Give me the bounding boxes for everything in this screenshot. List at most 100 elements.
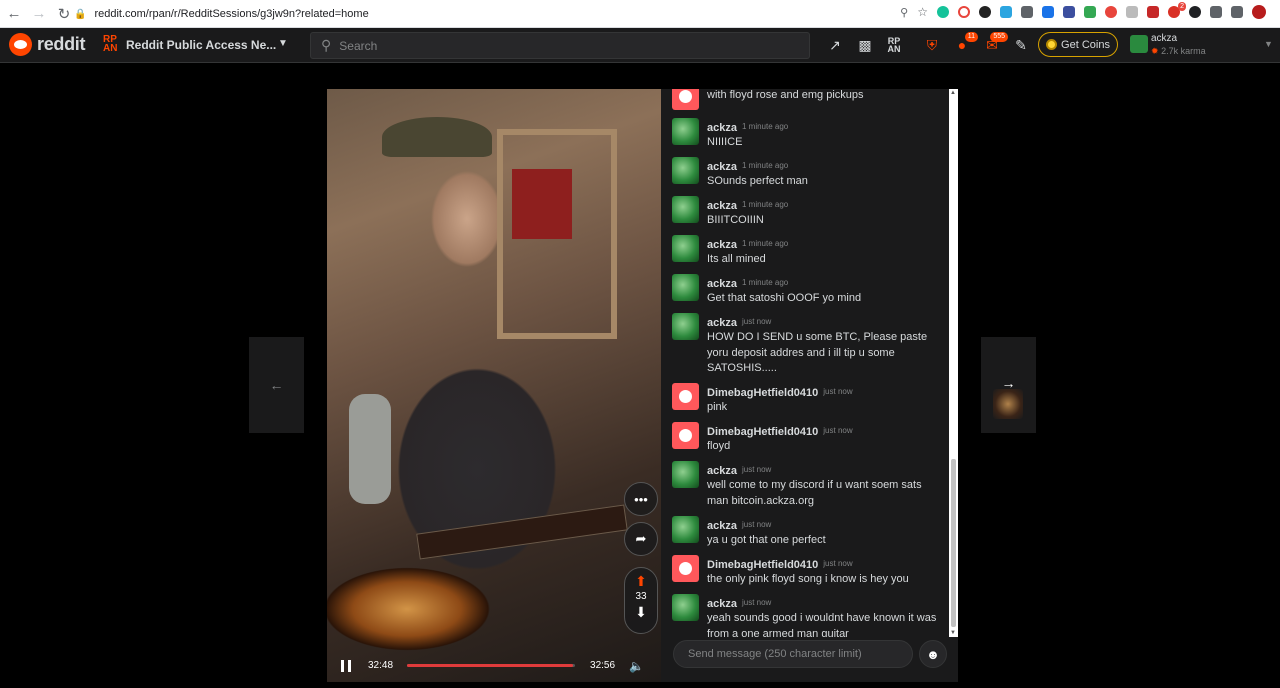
scrollbar-thumb[interactable] xyxy=(951,459,956,627)
avatar[interactable] xyxy=(672,516,699,543)
video-player[interactable]: 32:48 32:56 🔈 xyxy=(327,89,661,682)
back-button[interactable]: ← xyxy=(3,3,25,25)
emoji-button[interactable]: ☻ xyxy=(919,640,947,668)
zoom-icon[interactable]: ⚲ xyxy=(900,6,908,19)
pause-icon[interactable] xyxy=(341,659,351,672)
upvote-icon[interactable]: ⬆ xyxy=(635,574,647,588)
extension-icon[interactable] xyxy=(1147,6,1159,18)
search-input[interactable]: ⚲ Search xyxy=(310,32,810,59)
reddit-logo-icon[interactable] xyxy=(9,33,32,56)
avatar[interactable] xyxy=(672,196,699,223)
chat-scrollbar[interactable]: ▲ ▼ xyxy=(949,89,958,637)
profile-avatar-icon[interactable] xyxy=(1252,5,1266,19)
grammarly-icon[interactable] xyxy=(937,6,949,18)
extension-icon[interactable]: 2 xyxy=(1168,2,1186,18)
search-placeholder: Search xyxy=(339,38,378,53)
extension-icon[interactable] xyxy=(1042,6,1054,18)
extension-icon[interactable] xyxy=(1063,6,1075,18)
progress-bar[interactable] xyxy=(407,664,576,667)
chat-username[interactable]: ackza 1 minute ago xyxy=(707,122,788,134)
extension-icon[interactable] xyxy=(1189,6,1201,18)
avatar[interactable] xyxy=(672,461,699,488)
shield-icon[interactable]: ⛨ xyxy=(924,37,940,53)
snoo-emoji-icon: ☻ xyxy=(926,646,940,662)
next-stream-button[interactable]: → xyxy=(981,337,1036,433)
pencil-icon[interactable]: ✎ xyxy=(1013,37,1029,53)
avatar[interactable] xyxy=(672,157,699,184)
chat-username[interactable]: ackza 1 minute ago xyxy=(707,161,788,173)
chat-username[interactable]: ackza just now xyxy=(707,520,771,532)
forward-button[interactable]: → xyxy=(28,3,50,25)
chat-message-list[interactable]: with floyd rose and emg pickups ackza 1 mi… xyxy=(661,89,949,637)
chat-username[interactable]: DimebagHetfield0410 just now xyxy=(707,426,853,438)
extension-icon[interactable] xyxy=(1231,6,1243,18)
scroll-up-icon[interactable]: ▲ xyxy=(950,90,956,96)
scroll-down-icon[interactable]: ▼ xyxy=(950,630,956,636)
chat-username[interactable]: ackza 1 minute ago xyxy=(707,278,788,290)
get-coins-label: Get Coins xyxy=(1061,38,1110,51)
total-time: 32:56 xyxy=(590,660,616,671)
extension-icon[interactable] xyxy=(1105,6,1117,18)
avatar[interactable] xyxy=(1130,35,1148,53)
extension-icon[interactable] xyxy=(958,6,970,18)
chat-username[interactable]: ackza 1 minute ago xyxy=(707,200,788,212)
coin-icon xyxy=(1046,39,1058,50)
avatar[interactable] xyxy=(672,594,699,621)
downvote-icon[interactable]: ⬇ xyxy=(635,605,647,619)
user-name[interactable]: ackza xyxy=(1151,33,1177,44)
extension-bar: ⚲ ☆ 2 xyxy=(900,2,1266,19)
avatar[interactable] xyxy=(672,555,699,582)
chat-timestamp: 1 minute ago xyxy=(741,122,789,131)
reddit-wordmark[interactable]: reddit xyxy=(37,34,86,55)
avatar[interactable] xyxy=(672,383,699,410)
user-karma: ✹ 2.7k karma xyxy=(1151,46,1206,56)
mail-icon[interactable]: ✉ 555 xyxy=(984,32,1008,53)
arrow-left-icon: ← xyxy=(269,377,284,393)
trending-icon[interactable]: ↗ xyxy=(827,37,843,53)
avatar[interactable] xyxy=(672,89,699,110)
stats-icon[interactable]: ▩ xyxy=(857,37,873,53)
chat-message-text: ya u got that one perfect xyxy=(707,534,826,546)
chat-timestamp: just now xyxy=(741,520,772,529)
chevron-down-icon[interactable]: ▼ xyxy=(278,38,288,49)
share-button[interactable]: ➦ xyxy=(624,522,658,556)
extension-icon[interactable] xyxy=(1084,6,1096,18)
bookmark-star-icon[interactable]: ☆ xyxy=(917,5,928,19)
reddit-header: reddit RP AN Reddit Public Access Ne... ▼… xyxy=(0,28,1280,63)
chat-username[interactable]: DimebagHetfield0410 just now xyxy=(707,387,853,399)
chat-timestamp: 1 minute ago xyxy=(741,239,789,248)
address-bar[interactable]: 🔒 reddit.com/rpan/r/RedditSessions/g3jw9… xyxy=(68,3,928,25)
volume-icon[interactable]: 🔈 xyxy=(629,659,644,673)
chat-message-field[interactable] xyxy=(673,640,913,668)
rpan-icon[interactable]: RP AN xyxy=(886,37,902,54)
chevron-down-icon[interactable]: ▼ xyxy=(1264,39,1273,49)
progress-fill xyxy=(407,664,573,667)
chat-timestamp: just now xyxy=(823,387,853,396)
mail-icon[interactable] xyxy=(1021,6,1033,18)
chat-username[interactable]: DimebagHetfield0410 just now xyxy=(707,559,853,571)
chat-input[interactable] xyxy=(688,648,898,660)
vote-control: ⬆ 33 ⬇ xyxy=(624,567,658,634)
previous-stream-button[interactable]: ← xyxy=(249,337,304,433)
chat-username[interactable]: ackza just now xyxy=(707,317,771,329)
avatar[interactable] xyxy=(672,235,699,262)
avatar[interactable] xyxy=(672,422,699,449)
extension-icon[interactable] xyxy=(979,6,991,18)
avatar[interactable] xyxy=(672,118,699,145)
extension-icon[interactable] xyxy=(1000,6,1012,18)
chat-icon[interactable]: ● 11 xyxy=(954,32,978,53)
chat-message-text: Its all mined xyxy=(707,253,766,265)
get-coins-button[interactable]: Get Coins xyxy=(1038,32,1118,57)
chat-username[interactable]: ackza just now xyxy=(707,598,771,610)
more-options-button[interactable]: ••• xyxy=(624,482,658,516)
community-name[interactable]: Reddit Public Access Ne... xyxy=(126,38,276,52)
avatar[interactable] xyxy=(672,313,699,340)
menu-lines-icon[interactable] xyxy=(1210,6,1222,18)
chat-timestamp: just now xyxy=(741,598,772,607)
chat-username[interactable]: ackza just now xyxy=(707,465,771,477)
chat-message-text: SOunds perfect man xyxy=(707,175,808,187)
extension-icon[interactable] xyxy=(1126,6,1138,18)
ellipsis-icon: ••• xyxy=(634,491,648,507)
avatar[interactable] xyxy=(672,274,699,301)
chat-username[interactable]: ackza 1 minute ago xyxy=(707,239,788,251)
